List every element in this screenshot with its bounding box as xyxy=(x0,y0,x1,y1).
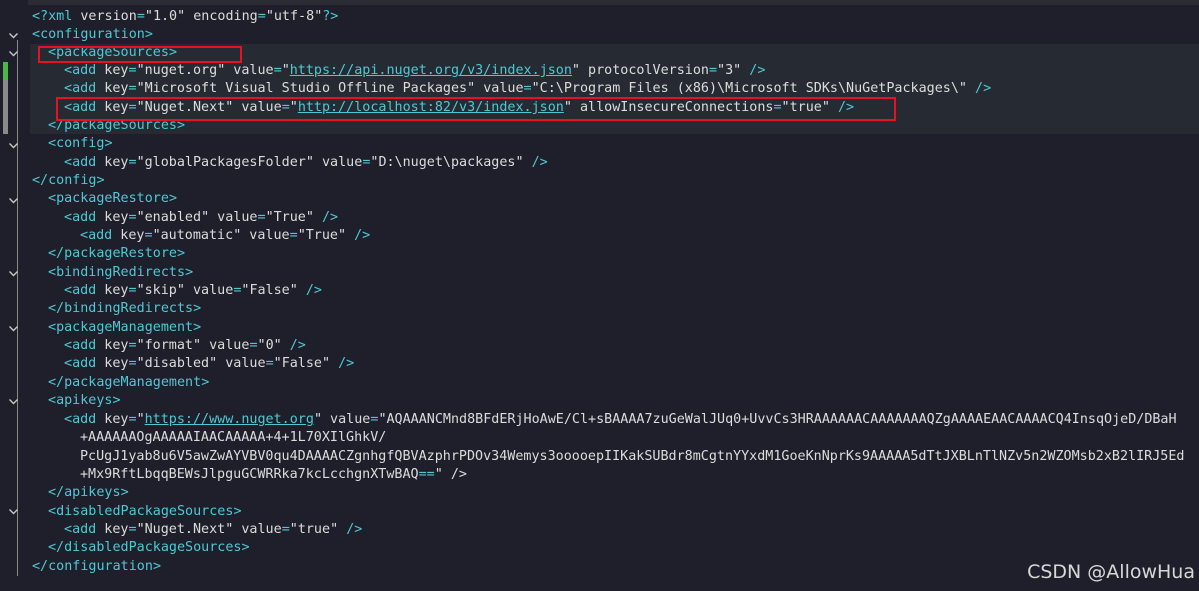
code-line[interactable]: +AAAAAAOgAAAAAIAACAAAAA+4+1L70XIlGhkV/ xyxy=(80,429,386,447)
code-line[interactable]: <add key="enabled" value="True" /> xyxy=(64,209,338,227)
code-line[interactable]: </apikeys> xyxy=(48,484,129,502)
code-line[interactable]: <config> xyxy=(48,135,113,153)
code-line[interactable]: <add key="Nuget.Next" value="true" /> xyxy=(64,521,362,539)
code-line[interactable]: <add key="skip" value="False" /> xyxy=(64,282,322,300)
chevron-down-icon[interactable] xyxy=(8,30,19,41)
code-line[interactable]: <add key="disabled" value="False" /> xyxy=(64,355,354,373)
code-line[interactable]: <add key="https://www.nuget.org" value="… xyxy=(64,411,1177,429)
code-line[interactable]: <packageRestore> xyxy=(48,190,177,208)
code-line[interactable]: <apikeys> xyxy=(48,392,121,410)
fold-guide-line xyxy=(17,40,18,576)
code-line[interactable]: </config> xyxy=(32,172,105,190)
code-line[interactable]: </disabledPackageSources> xyxy=(48,539,250,557)
chevron-down-icon[interactable] xyxy=(8,140,19,151)
editor-gutter xyxy=(0,0,28,591)
code-line[interactable]: <add key="nuget.org" value="https://api.… xyxy=(64,62,765,80)
chevron-down-icon[interactable] xyxy=(8,396,19,407)
change-marker-modified xyxy=(3,80,8,134)
code-line[interactable]: <packageManagement> xyxy=(48,319,201,337)
editor-tab-strip-edge xyxy=(0,0,1199,5)
code-line[interactable]: <add key="Microsoft Visual Studio Offlin… xyxy=(64,80,991,98)
change-marker-added xyxy=(3,62,8,80)
code-line[interactable]: <disabledPackageSources> xyxy=(48,503,242,521)
code-line[interactable]: </packageRestore> xyxy=(48,245,185,263)
code-line[interactable]: <add key="format" value="0" /> xyxy=(64,337,306,355)
chevron-down-icon[interactable] xyxy=(8,195,19,206)
code-line[interactable]: <add key="automatic" value="True" /> xyxy=(80,227,370,245)
code-line[interactable]: <configuration> xyxy=(32,26,153,44)
annotation-box-nuget-next xyxy=(56,97,896,121)
chevron-down-icon[interactable] xyxy=(8,506,19,517)
watermark: CSDN @AllowHua xyxy=(1027,561,1195,583)
code-line[interactable]: +Mx9RftLbqqBEWsJlpguGCWRRka7kcLcchgnXTwB… xyxy=(80,466,467,484)
code-line[interactable]: </packageManagement> xyxy=(48,374,209,392)
code-line[interactable]: PcUgJ1yab8u6V5awZwAYVBV0qu4DAAAACZgnhgfQ… xyxy=(80,448,1184,466)
code-line[interactable]: </bindingRedirects> xyxy=(48,300,201,318)
chevron-down-icon[interactable] xyxy=(8,48,19,59)
chevron-down-icon[interactable] xyxy=(8,268,19,279)
code-line[interactable]: <?xml version="1.0" encoding="utf-8"?> xyxy=(32,8,338,26)
code-line[interactable]: <bindingRedirects> xyxy=(48,264,193,282)
code-line[interactable]: </configuration> xyxy=(32,558,161,576)
annotation-box-package-sources xyxy=(38,46,242,63)
code-line[interactable]: <add key="globalPackagesFolder" value="D… xyxy=(64,154,548,172)
chevron-down-icon[interactable] xyxy=(8,323,19,334)
